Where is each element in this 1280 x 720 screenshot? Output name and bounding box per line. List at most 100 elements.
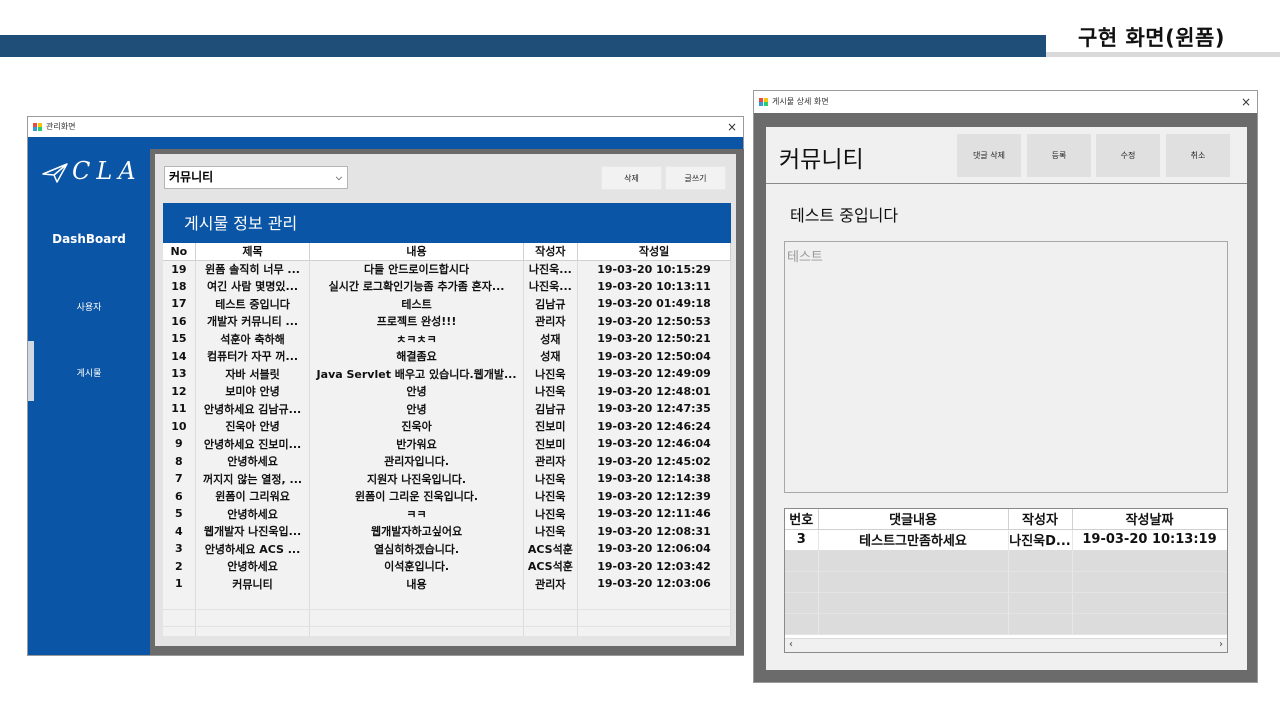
- comment-input[interactable]: 테스트: [784, 241, 1228, 493]
- close-icon[interactable]: ×: [727, 117, 737, 137]
- table-cell: 나진욱: [523, 487, 579, 505]
- comments-grid[interactable]: 번호 댓글내용 작성자 작성날짜 3 테스트그만좀하세요 나진욱D... 19-03-…: [784, 508, 1228, 653]
- table-cell: 11: [163, 400, 196, 418]
- sidebar: CLA DashBoard 사용자 게시물: [28, 137, 150, 655]
- table-cell: 12: [163, 382, 196, 400]
- table-cell: 6: [163, 487, 196, 505]
- admin-window: 관리화면 × CLA DashBoard 사용자 게시물 커뮤니티 ⌵ 삭제 글…: [27, 116, 744, 656]
- column-header[interactable]: 작성자: [1008, 509, 1073, 530]
- table-row[interactable]: 13 자바 서블릿 Java Servlet 배우고 있습니다.웹개발... 나진욱 1…: [163, 365, 731, 383]
- table-cell: [1008, 571, 1073, 593]
- table-cell: [163, 626, 196, 636]
- admin-window-title: 관리화면: [46, 122, 76, 131]
- table-cell: 지원자 나진욱입니다.: [309, 470, 524, 488]
- table-cell: 진욱아: [309, 417, 524, 435]
- table-cell: 안녕: [309, 382, 524, 400]
- horizontal-scrollbar[interactable]: ‹ ›: [785, 638, 1227, 652]
- table-row[interactable]: 1 커뮤니티 내용 관리자 19-03-20 12:03:06: [163, 575, 731, 593]
- close-icon[interactable]: ×: [1241, 91, 1251, 113]
- table-row[interactable]: 8 안녕하세요 관리자입니다. 관리자 19-03-20 12:45:02: [163, 452, 731, 470]
- table-cell: [163, 609, 196, 627]
- detail-toolbar: 커뮤니티 댓글 삭제 등록 수정 취소: [766, 127, 1247, 184]
- table-row[interactable]: 2 안녕하세요 이석훈입니다. ACS석훈 19-03-20 12:03:42: [163, 557, 731, 575]
- cancel-button[interactable]: 취소: [1166, 134, 1230, 177]
- table-cell: [195, 609, 311, 627]
- table-cell: 19-03-20 12:47:35: [577, 400, 731, 418]
- table-cell: ㅋㅋ: [309, 505, 524, 523]
- column-header[interactable]: 내용: [309, 243, 524, 261]
- column-header[interactable]: 댓글내용: [818, 509, 1009, 530]
- table-cell: 테스트: [309, 295, 524, 313]
- table-cell: 자바 서블릿: [195, 365, 311, 383]
- table-cell: 관리자: [523, 575, 579, 593]
- table-cell: 19-03-20 12:50:53: [577, 312, 731, 330]
- table-cell: 19-03-20 12:50:21: [577, 330, 731, 348]
- slide-title: 구현 화면(윈폼): [1078, 26, 1225, 50]
- posts-grid[interactable]: No 제목 내용 작성자 작성일 19 윈폼 솔직히 너무 ... 다들 안드로이드…: [163, 243, 731, 636]
- table-row[interactable]: 16 개발자 커뮤니티 ... 프로젝트 완성!!! 관리자 19-03-20 12:5…: [163, 312, 731, 330]
- table-cell: 19-03-20 12:49:09: [577, 365, 731, 383]
- board-title: 커뮤니티: [779, 147, 864, 173]
- table-row[interactable]: 18 여긴 사람 몇명있... 실시간 로그확인기능좀 추가좀 혼자... 나진욱..…: [163, 277, 731, 295]
- column-header[interactable]: 작성날짜: [1072, 509, 1227, 530]
- table-row[interactable]: 3 안녕하세요 ACS ... 열심히하겠습니다. ACS석훈 19-03-20 12:…: [163, 540, 731, 558]
- table-cell: [309, 626, 524, 636]
- table-cell: 내용: [309, 575, 524, 593]
- table-row[interactable]: 19 윈폼 솔직히 너무 ... 다들 안드로이드합시다 나진욱... 19-03-20…: [163, 260, 731, 278]
- table-cell: 17: [163, 295, 196, 313]
- table-row[interactable]: 12 보미야 안녕 안녕 나진욱 19-03-20 12:48:01: [163, 382, 731, 400]
- register-button[interactable]: 등록: [1027, 134, 1091, 177]
- column-header[interactable]: 작성자: [523, 243, 579, 261]
- table-cell: 안녕하세요: [195, 557, 311, 575]
- table-cell: 윈폼이 그리워요: [195, 487, 311, 505]
- table-cell: 나진욱D...: [1008, 529, 1073, 550]
- edit-button[interactable]: 수정: [1096, 134, 1160, 177]
- table-row[interactable]: 11 안녕하세요 김남규... 안녕 김남규 19-03-20 12:47:35: [163, 400, 731, 418]
- scroll-left-icon[interactable]: ‹: [789, 639, 793, 650]
- posts-table: No 제목 내용 작성자 작성일 19 윈폼 솔직히 너무 ... 다들 안드로이드…: [163, 243, 731, 636]
- write-button[interactable]: 글쓰기: [665, 166, 726, 190]
- table-cell: 19-03-20 12:46:04: [577, 435, 731, 453]
- table-cell: [785, 571, 819, 593]
- scroll-right-icon[interactable]: ›: [1219, 639, 1223, 650]
- table-row[interactable]: 14 컴퓨터가 자꾸 꺼... 해결좀요 성재 19-03-20 12:50:04: [163, 347, 731, 365]
- table-row[interactable]: 5 안녕하세요 ㅋㅋ 나진욱 19-03-20 12:11:46: [163, 505, 731, 523]
- table-cell: 김남규: [523, 400, 579, 418]
- table-cell: 4: [163, 522, 196, 540]
- table-cell: 개발자 커뮤니티 ...: [195, 312, 311, 330]
- delete-comment-button[interactable]: 댓글 삭제: [957, 134, 1021, 177]
- table-cell: 나진욱...: [523, 277, 579, 295]
- board-select[interactable]: 커뮤니티 ⌵: [164, 166, 348, 189]
- sidebar-item-posts[interactable]: 게시물: [28, 366, 150, 379]
- sidebar-item-dashboard[interactable]: DashBoard: [28, 232, 150, 246]
- table-cell: [818, 592, 1009, 614]
- table-cell: 13: [163, 365, 196, 383]
- column-header[interactable]: 번호: [785, 509, 819, 530]
- app-icon: [759, 98, 768, 106]
- table-row[interactable]: 10 진욱아 안녕 진욱아 진보미 19-03-20 12:46:24: [163, 417, 731, 435]
- table-cell: [577, 592, 731, 610]
- table-cell: 나진욱: [523, 522, 579, 540]
- table-row[interactable]: 6 윈폼이 그리워요 윈폼이 그리운 진욱입니다. 나진욱 19-03-20 12:12…: [163, 487, 731, 505]
- table-row[interactable]: 17 테스트 중입니다 테스트 김남규 19-03-20 01:49:18: [163, 295, 731, 313]
- column-header[interactable]: 제목: [195, 243, 311, 261]
- table-cell: 안녕: [309, 400, 524, 418]
- table-row[interactable]: 3 테스트그만좀하세요 나진욱D... 19-03-20 10:13:19: [785, 529, 1227, 550]
- table-row[interactable]: 15 석훈아 축하해 ㅊㅋㅊㅋ 성재 19-03-20 12:50:21: [163, 330, 731, 348]
- detail-content: 커뮤니티 댓글 삭제 등록 수정 취소 테스트 중입니다 테스트 번호 댓글내용: [766, 127, 1247, 670]
- table-cell: [523, 626, 579, 636]
- table-row[interactable]: 7 꺼지지 않는 열정, ... 지원자 나진욱입니다. 나진욱 19-03-20 12…: [163, 470, 731, 488]
- table-cell: 19: [163, 260, 196, 278]
- column-header[interactable]: 작성일: [577, 243, 731, 261]
- admin-window-titlebar: 관리화면 ×: [28, 117, 743, 137]
- table-cell: 웹개발자하고싶어요: [309, 522, 524, 540]
- delete-button[interactable]: 삭제: [601, 166, 662, 190]
- table-row[interactable]: 9 안녕하세요 진보미... 반가워요 진보미 19-03-20 12:46:04: [163, 435, 731, 453]
- detail-window-title: 게시물 상세 화면: [772, 97, 829, 106]
- table-cell: ACS석훈: [523, 540, 579, 558]
- sidebar-item-users[interactable]: 사용자: [28, 300, 150, 313]
- table-row[interactable]: 4 웹개발자 나진욱입... 웹개발자하고싶어요 나진욱 19-03-20 12:08:…: [163, 522, 731, 540]
- table-cell: 5: [163, 505, 196, 523]
- column-header[interactable]: No: [163, 243, 196, 261]
- table-cell: 19-03-20 12:14:38: [577, 470, 731, 488]
